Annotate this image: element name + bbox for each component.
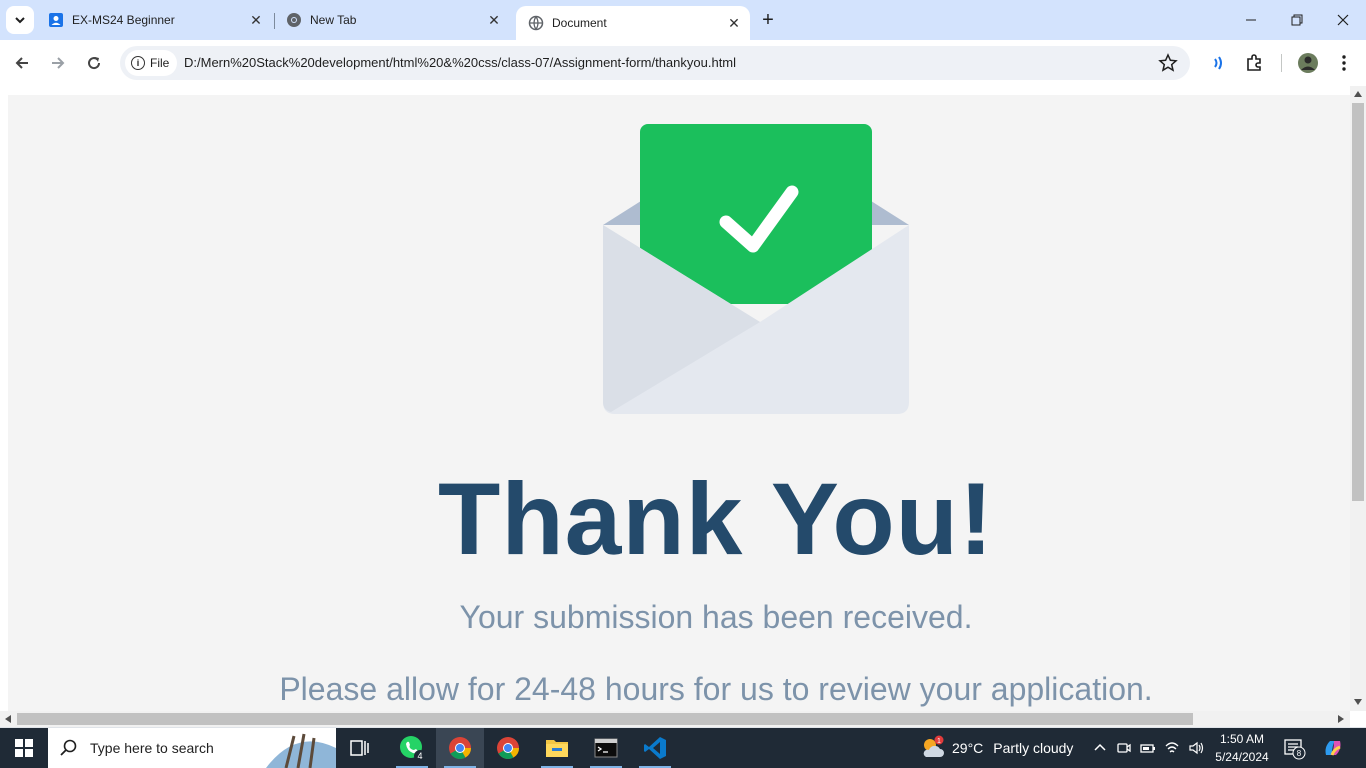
weather-temp: 29°C (952, 740, 984, 756)
search-placeholder: Type here to search (90, 740, 214, 756)
task-view-button[interactable] (336, 728, 384, 768)
read-aloud-icon[interactable] (1206, 51, 1230, 75)
chrome-icon (286, 12, 302, 28)
new-tab-button[interactable]: + (756, 8, 780, 32)
arrow-left-icon (15, 57, 28, 69)
page-content: Thank You! Your submission has been rece… (0, 86, 1366, 727)
browser-toolbar: i File D:/Mern%20Stack%20development/htm… (0, 40, 1366, 86)
extensions-icon[interactable] (1242, 51, 1266, 75)
tab-title: New Tab (310, 13, 357, 27)
close-tab-icon[interactable]: ✕ (246, 10, 266, 30)
reload-button[interactable] (79, 48, 109, 78)
reload-icon (88, 57, 101, 70)
tab-document[interactable]: Document ✕ (516, 6, 750, 40)
search-icon (60, 739, 77, 756)
scroll-down-icon[interactable] (1354, 699, 1362, 705)
chevron-up-icon[interactable] (1092, 740, 1108, 756)
person-doc-icon (48, 12, 64, 28)
whatsapp-badge: 4 (417, 751, 422, 761)
wifi-icon[interactable] (1164, 740, 1180, 756)
taskbar-clock[interactable]: 1:50 AM 5/24/2024 (1210, 730, 1274, 766)
site-info-label: File (150, 56, 170, 70)
start-button[interactable] (0, 728, 48, 768)
chevron-down-icon (15, 17, 25, 24)
windows-taskbar: Type here to search 4 1 29°C Partly clou… (0, 728, 1366, 768)
meet-now-icon[interactable] (1116, 740, 1132, 756)
tab-title: Document (552, 16, 607, 30)
horizontal-scroll-thumb[interactable] (17, 713, 1193, 725)
task-view-icon (350, 740, 369, 756)
tab-new-tab[interactable]: New Tab ✕ (274, 6, 510, 34)
folder-icon (546, 740, 568, 757)
speaker-icon[interactable] (1188, 740, 1204, 756)
address-bar[interactable]: i File D:/Mern%20Stack%20development/htm… (120, 46, 1190, 80)
taskbar-search[interactable]: Type here to search (48, 728, 336, 768)
site-info-chip[interactable]: i File (125, 50, 177, 76)
chrome-icon (497, 737, 519, 759)
close-icon (1337, 14, 1349, 26)
chrome-icon (449, 737, 471, 759)
tab-ex-ms24[interactable]: EX-MS24 Beginner ✕ (36, 6, 272, 34)
tab-strip: EX-MS24 Beginner ✕ New Tab ✕ Document ✕ … (0, 0, 1366, 40)
confirmation-text: Your submission has been received. (459, 599, 973, 635)
terminal-app[interactable] (582, 728, 630, 768)
scroll-right-icon[interactable] (1338, 715, 1344, 723)
windows-logo-icon (15, 739, 33, 757)
bookmark-star-icon[interactable] (1158, 53, 1178, 73)
page-title: Thank You! (438, 462, 994, 576)
battery-icon[interactable] (1140, 740, 1156, 756)
weather-badge: 1 (937, 738, 941, 745)
whatsapp-icon: 4 (400, 736, 426, 762)
more-menu-icon[interactable] (1332, 51, 1356, 75)
clock-time: 1:50 AM (1219, 732, 1265, 746)
forward-button[interactable] (43, 48, 73, 78)
minimize-button[interactable] (1228, 0, 1274, 40)
restore-icon (1291, 14, 1303, 26)
info-icon: i (131, 56, 145, 70)
weather-widget[interactable]: 1 29°C Partly cloudy (920, 728, 1073, 768)
envelope-check-icon (603, 124, 909, 414)
scroll-up-icon[interactable] (1354, 91, 1362, 97)
back-button[interactable] (7, 48, 37, 78)
close-tab-icon[interactable]: ✕ (484, 10, 504, 30)
system-tray (1092, 728, 1204, 768)
tab-title: EX-MS24 Beginner (72, 13, 175, 27)
chrome-app-active[interactable] (436, 728, 484, 768)
copilot-button[interactable] (1322, 728, 1344, 768)
close-window-button[interactable] (1320, 0, 1366, 40)
tab-search-button[interactable] (6, 6, 34, 34)
notification-icon: 8 (1284, 739, 1306, 760)
vscode-icon (644, 737, 666, 759)
search-highlight-image-icon (266, 733, 336, 768)
clock-date: 5/24/2024 (1215, 750, 1269, 764)
terminal-icon (594, 738, 618, 758)
vertical-scrollbar[interactable] (1350, 86, 1366, 711)
weather-cloud-icon: 1 (923, 735, 944, 757)
page-viewport: Thank You! Your submission has been rece… (8, 95, 1350, 712)
scroll-left-icon[interactable] (5, 715, 11, 723)
vscode-app[interactable] (631, 728, 679, 768)
minimize-icon (1246, 19, 1256, 21)
notification-center[interactable]: 8 (1282, 728, 1306, 768)
toolbar-divider (1281, 54, 1282, 72)
file-explorer-app[interactable] (533, 728, 581, 768)
copilot-icon (1325, 741, 1341, 756)
horizontal-scrollbar[interactable] (0, 711, 1350, 727)
vertical-scroll-thumb[interactable] (1352, 103, 1364, 501)
weather-condition: Partly cloudy (993, 740, 1074, 756)
globe-icon (528, 15, 544, 31)
restore-button[interactable] (1274, 0, 1320, 40)
review-notice-text: Please allow for 24-48 hours for us to r… (279, 671, 1153, 707)
url-text[interactable]: D:/Mern%20Stack%20development/html%20&%2… (184, 55, 736, 70)
profile-avatar-icon[interactable] (1296, 51, 1320, 75)
whatsapp-app[interactable]: 4 (388, 728, 436, 768)
chrome-app-2[interactable] (484, 728, 532, 768)
notification-count: 8 (1297, 749, 1302, 758)
arrow-right-icon (52, 57, 65, 69)
close-tab-icon[interactable]: ✕ (724, 13, 744, 33)
